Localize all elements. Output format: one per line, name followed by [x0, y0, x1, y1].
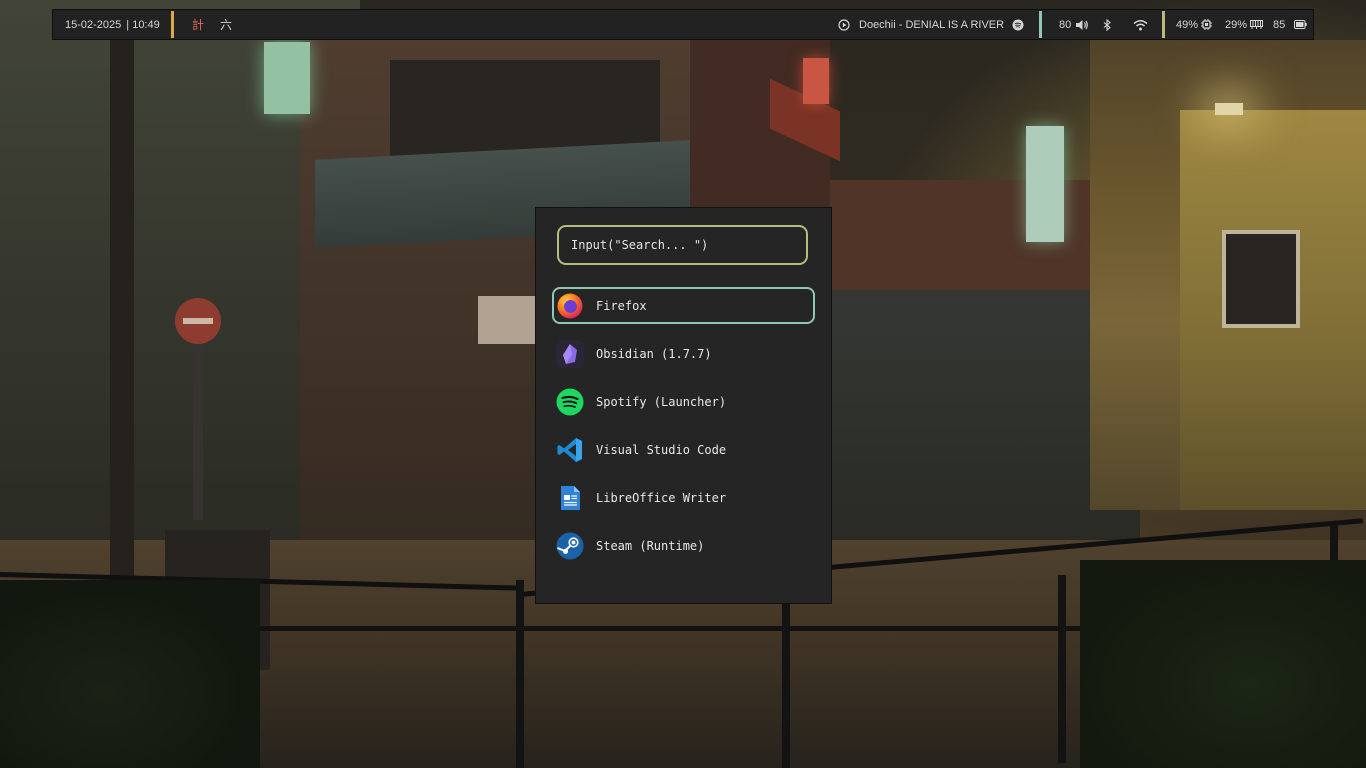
time-text: | 10:49 — [126, 18, 160, 31]
steam-icon — [556, 532, 584, 559]
libreoffice-writer-icon — [561, 485, 580, 510]
search-input-text: Input("Search... ") — [571, 238, 709, 252]
cpu-indicator: 49% — [1176, 10, 1213, 39]
spotify-icon — [1012, 19, 1024, 31]
launcher-item-label: Spotify (Launcher) — [596, 394, 727, 409]
firefox-icon — [557, 293, 583, 318]
launcher-item-libreoffice-writer[interactable]: LibreOffice Writer — [552, 479, 815, 516]
volume-level: 80 — [1059, 18, 1072, 31]
launcher-item-label: Obsidian (1.7.7) — [596, 346, 712, 361]
date-text: 15-02-2025 — [65, 18, 122, 31]
launcher-item-label: Steam (Runtime) — [596, 538, 705, 553]
battery-indicator[interactable]: 85 — [1273, 10, 1307, 39]
bar-separator — [1162, 11, 1165, 38]
launcher-item-firefox[interactable]: Firefox — [552, 287, 815, 324]
memory-indicator: 29% — [1225, 10, 1264, 39]
workspaces: 計 六 — [192, 10, 232, 39]
vscode-icon — [557, 437, 582, 462]
obsidian-icon — [556, 339, 584, 368]
cpu-icon — [1201, 19, 1213, 30]
launcher-item-spotify[interactable]: Spotify (Launcher) — [552, 383, 815, 420]
bar-separator — [1039, 11, 1042, 38]
search-input[interactable]: Input("Search... ") — [557, 225, 808, 265]
launcher-item-label: Firefox — [596, 298, 647, 313]
play-circle-icon[interactable] — [838, 18, 850, 31]
clock[interactable]: 15-02-2025 | 10:49 — [65, 10, 160, 39]
volume-icon[interactable] — [1075, 19, 1089, 31]
workspace-active[interactable]: 計 — [192, 16, 204, 33]
status-bar: 15-02-2025 | 10:49 計 六 Doechii - DENIAL … — [52, 9, 1314, 40]
spotify-icon — [556, 388, 584, 415]
launcher-item-obsidian[interactable]: Obsidian (1.7.7) — [552, 335, 815, 372]
cpu-value: 49% — [1176, 18, 1199, 31]
memory-icon — [1250, 20, 1264, 29]
battery-value: 85 — [1273, 18, 1286, 31]
launcher-item-label: LibreOffice Writer — [596, 490, 727, 505]
bar-separator — [171, 11, 174, 38]
volume-control[interactable]: 80 — [1059, 10, 1089, 39]
wifi-icon[interactable] — [1133, 10, 1148, 39]
launcher-item-vscode[interactable]: Visual Studio Code — [552, 431, 815, 468]
launcher-item-label: Visual Studio Code — [596, 442, 727, 457]
memory-value: 29% — [1225, 18, 1248, 31]
bluetooth-icon[interactable] — [1103, 10, 1112, 39]
app-launcher: Input("Search... ") Firefox Obsidian (1.… — [535, 207, 832, 604]
workspace-item[interactable]: 六 — [220, 16, 232, 33]
media-player[interactable]: Doechii - DENIAL IS A RIVER — [838, 10, 1024, 39]
battery-icon — [1294, 20, 1307, 29]
now-playing-text: Doechii - DENIAL IS A RIVER — [859, 18, 1005, 31]
launcher-item-steam[interactable]: Steam (Runtime) — [552, 527, 815, 564]
